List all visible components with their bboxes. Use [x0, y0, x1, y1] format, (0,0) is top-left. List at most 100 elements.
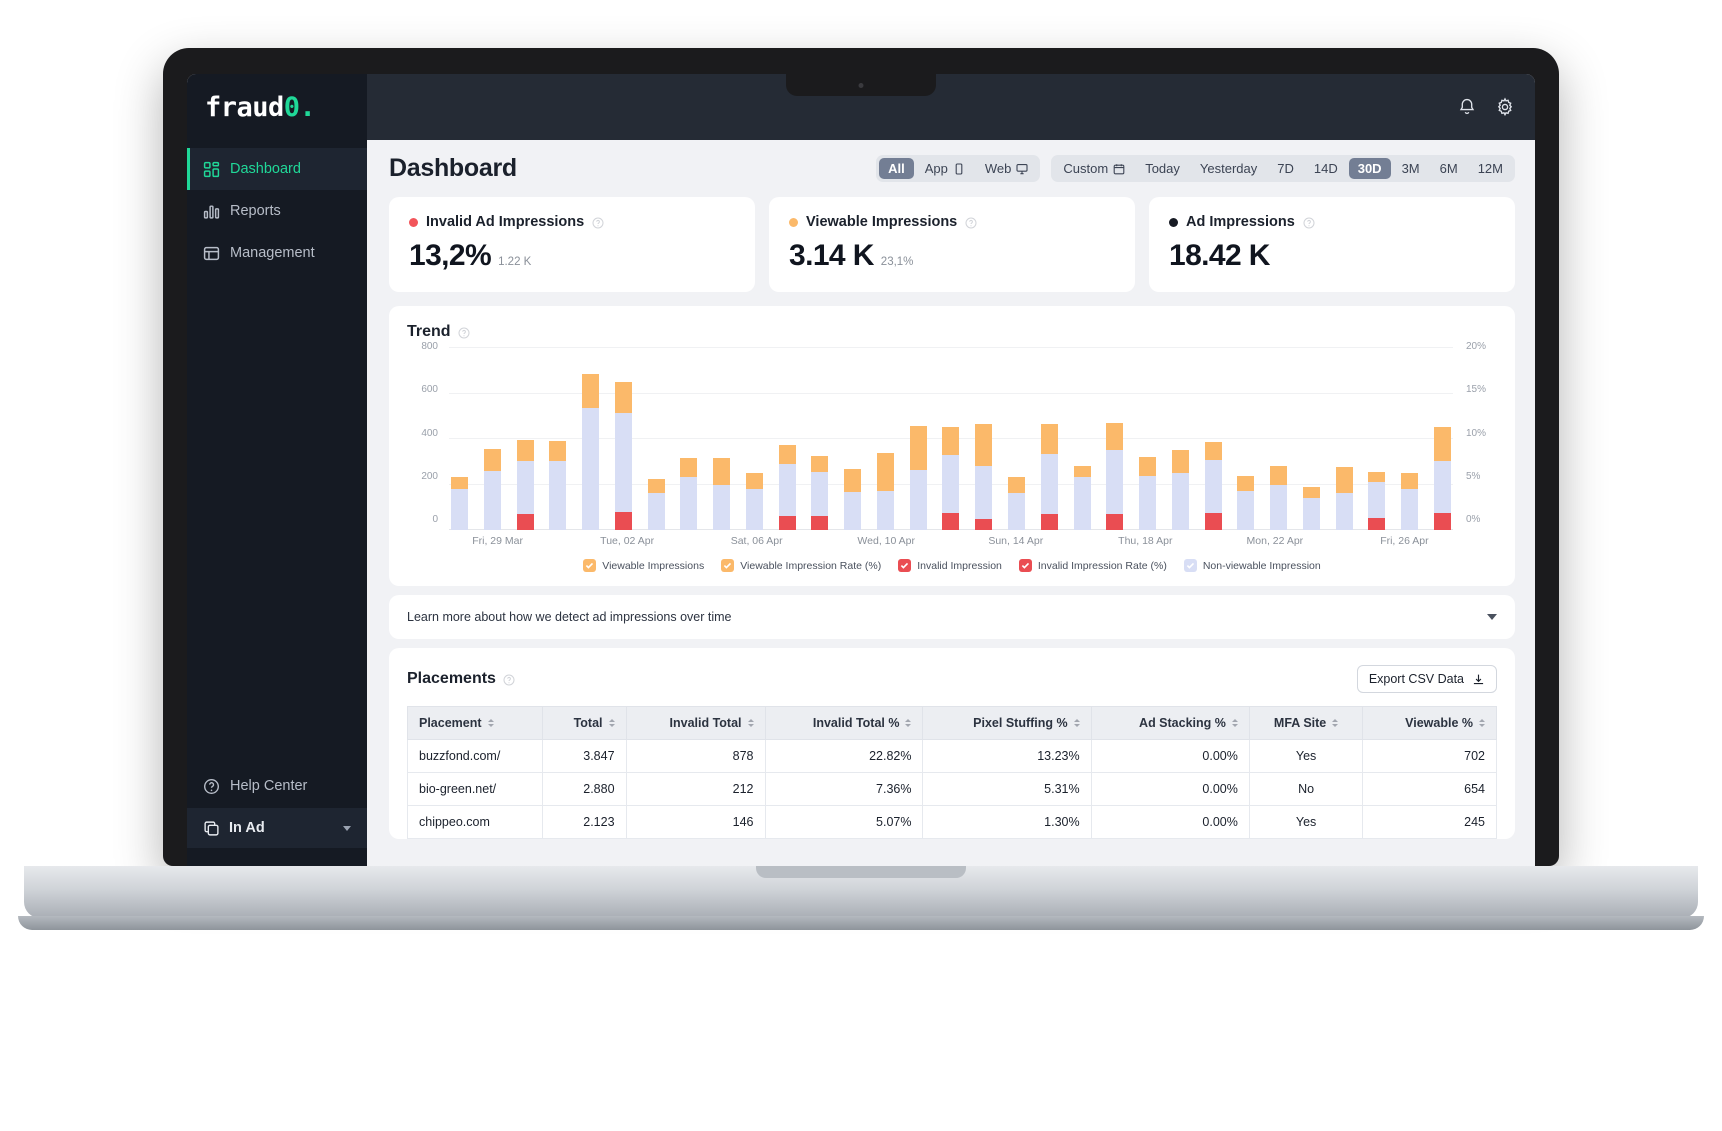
chart-bar[interactable]	[451, 476, 468, 530]
table-column-header[interactable]: Placement	[406, 706, 544, 740]
checkbox-icon[interactable]	[583, 559, 597, 572]
chart-bar[interactable]	[1073, 465, 1091, 530]
legend-item[interactable]: Viewable Impressions	[583, 559, 704, 572]
chart-bar[interactable]	[516, 440, 534, 530]
sort-icon[interactable]	[1073, 719, 1080, 727]
date-range-6m[interactable]: 6M	[1431, 158, 1467, 179]
kpi-label: Viewable Impressions	[806, 214, 958, 230]
chart-bar[interactable]	[1433, 426, 1451, 530]
laptop-foot	[18, 916, 1704, 930]
sidebar-item-reports[interactable]: Reports	[187, 190, 367, 232]
checkbox-icon[interactable]	[898, 559, 912, 572]
table-column-header[interactable]: Total	[542, 706, 627, 740]
chart-bar[interactable]	[909, 426, 927, 530]
question-circle-icon[interactable]	[458, 326, 470, 339]
table-row[interactable]: bio-green.net/2.880 212 7.36% 5.31% 0.00% No 6…	[406, 772, 1497, 806]
platform-filter-web[interactable]: Web	[976, 158, 1038, 179]
column-label: Invalid Total	[669, 716, 742, 730]
chevron-down-icon[interactable]	[1487, 614, 1497, 620]
chart-bar[interactable]	[614, 382, 632, 530]
checkbox-icon[interactable]	[721, 559, 735, 572]
chart-bar[interactable]	[876, 452, 894, 530]
chart-bar[interactable]	[1171, 449, 1189, 530]
table-header-row: Placement Total Invalid Total Invalid Total…	[406, 706, 1497, 740]
table-column-header[interactable]: MFA Site	[1248, 706, 1364, 740]
question-circle-icon[interactable]	[592, 216, 604, 229]
date-range-today[interactable]: Today	[1136, 158, 1189, 179]
sort-icon[interactable]	[1231, 719, 1238, 727]
chart-bar[interactable]	[647, 479, 665, 530]
sort-icon[interactable]	[487, 719, 494, 727]
sort-icon[interactable]	[1332, 719, 1339, 727]
chart-bar[interactable]	[1040, 424, 1058, 530]
chart-bar[interactable]	[1335, 467, 1353, 530]
date-range-12m[interactable]: 12M	[1469, 158, 1512, 179]
checkbox-icon[interactable]	[1183, 559, 1197, 572]
sidebar-item-management[interactable]: Management	[187, 232, 367, 274]
question-circle-icon[interactable]	[965, 216, 977, 229]
sidebar-account-switcher[interactable]: In Ad	[187, 808, 367, 848]
bar-segment-view	[1401, 473, 1419, 489]
question-circle-icon[interactable]	[503, 673, 515, 686]
chart-bar[interactable]	[680, 457, 698, 530]
legend-item[interactable]: Invalid Impression Rate (%)	[1018, 559, 1167, 572]
table-column-header[interactable]: Invalid Total %	[764, 706, 924, 740]
chart-bar[interactable]	[1368, 472, 1386, 530]
chart-bar[interactable]	[1302, 486, 1320, 530]
bar-chart-icon	[203, 203, 220, 220]
date-range-30d[interactable]: 30D	[1348, 158, 1391, 179]
legend-item[interactable]: Invalid Impression	[898, 559, 1002, 572]
chart-bar[interactable]	[811, 455, 829, 530]
sort-icon[interactable]	[905, 719, 912, 727]
table-column-header[interactable]: Invalid Total	[625, 706, 766, 740]
export-csv-button[interactable]: Export CSV Data	[1356, 665, 1497, 693]
chart-bar[interactable]	[1401, 473, 1419, 530]
chart-bar[interactable]	[844, 469, 862, 530]
kpi-value-row: 18.42 K	[1169, 239, 1495, 273]
gear-icon[interactable]	[1495, 97, 1515, 117]
chart-bar[interactable]	[483, 449, 501, 530]
platform-filter-app[interactable]: App	[916, 158, 974, 179]
chart-bar[interactable]	[942, 427, 960, 530]
table-row[interactable]: chippeo.com 2.123 146 5.07% 1.30% 0.00% Yes 245	[406, 805, 1497, 839]
chart-bar[interactable]	[713, 458, 731, 530]
legend-item[interactable]: Viewable Impression Rate (%)	[721, 559, 881, 572]
date-range-3m[interactable]: 3M	[1393, 158, 1429, 179]
chart-bar[interactable]	[1139, 456, 1157, 530]
sort-icon[interactable]	[747, 719, 754, 727]
laptop-frame: fraud 0. Dashboard Reports Management He…	[163, 48, 1559, 866]
legend-item[interactable]: Non-viewable Impression	[1183, 559, 1321, 572]
sidebar-item-dashboard[interactable]: Dashboard	[187, 148, 367, 190]
sort-icon[interactable]	[1479, 719, 1485, 727]
sidebar-item-help-center[interactable]: Help Center	[187, 766, 367, 806]
date-range-yesterday[interactable]: Yesterday	[1191, 158, 1266, 179]
date-range-custom[interactable]: Custom	[1054, 158, 1134, 179]
platform-filter-all[interactable]: All	[879, 158, 914, 179]
date-range-7d[interactable]: 7D	[1268, 158, 1303, 179]
chart-bar[interactable]	[549, 441, 567, 530]
bell-icon[interactable]	[1457, 97, 1477, 117]
table-column-header[interactable]: Ad Stacking %	[1090, 706, 1250, 740]
chart-bar[interactable]	[1204, 441, 1222, 530]
checkbox-icon[interactable]	[1018, 559, 1032, 572]
learn-more-panel[interactable]: Learn more about how we detect ad impres…	[389, 595, 1515, 639]
brand-logo[interactable]: fraud 0.	[187, 74, 367, 140]
chart-bar[interactable]	[1008, 477, 1026, 530]
bar-segment-view	[582, 374, 600, 409]
chart-bar[interactable]	[582, 374, 600, 530]
bar-segment-view	[1204, 441, 1222, 461]
bar-segment-inv	[778, 515, 796, 530]
table-row[interactable]: buzzfond.com/3.847 878 22.82% 13.23% 0.00% Ye…	[406, 739, 1497, 773]
date-range-14d[interactable]: 14D	[1305, 158, 1347, 179]
chart-bar[interactable]	[745, 472, 763, 530]
table-column-header[interactable]: Viewable %	[1362, 706, 1497, 740]
chart-bar[interactable]	[1106, 422, 1124, 530]
chart-bar[interactable]	[1237, 475, 1255, 530]
question-circle-icon[interactable]	[1303, 216, 1315, 229]
table-column-header[interactable]: Pixel Stuffing %	[922, 706, 1092, 740]
sort-icon[interactable]	[608, 719, 615, 727]
chart-bar[interactable]	[975, 423, 993, 530]
chart-bar[interactable]	[778, 444, 796, 530]
chart-bar[interactable]	[1270, 465, 1288, 530]
column-label: MFA Site	[1273, 716, 1327, 730]
